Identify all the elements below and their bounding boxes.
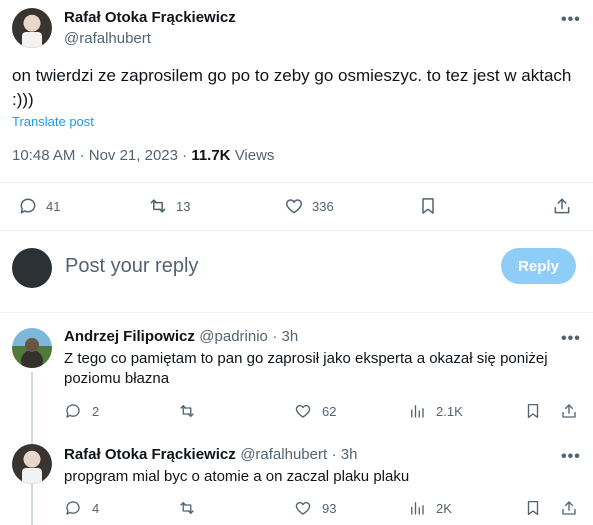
bar-chart-icon xyxy=(411,405,424,418)
more-options-icon[interactable]: ••• xyxy=(561,330,581,348)
reply-author-handle[interactable]: @padrinio xyxy=(199,328,268,345)
tweet-time[interactable]: 10:48 AM xyxy=(12,147,75,164)
views-label: Views xyxy=(234,147,275,164)
tweet-meta: 10:48 AM · Nov 21, 2023 · 11.7K Views xyxy=(12,147,274,164)
reply-header: Andrzej Filipowicz @padrinio · 3h xyxy=(64,328,298,346)
reply-time[interactable]: · 3h xyxy=(272,328,298,345)
current-user-avatar[interactable] xyxy=(12,248,52,288)
reply-button[interactable]: Reply xyxy=(501,248,576,284)
like-action[interactable]: 93 xyxy=(294,499,336,517)
reply-text: propgram mial byc o atomie a on zaczal p… xyxy=(64,468,410,485)
divider xyxy=(0,230,593,231)
reply-author-name[interactable]: Andrzej Filipowicz xyxy=(64,328,195,345)
bookmark-icon xyxy=(527,500,539,516)
repost-count: 13 xyxy=(176,198,191,214)
repost-action[interactable]: 13 xyxy=(148,196,190,216)
repost-arrows-icon xyxy=(180,502,194,514)
tweet-date[interactable]: Nov 21, 2023 xyxy=(89,147,178,164)
reply-header: Rafał Otoka Frąckiewicz @rafalhubert · 3… xyxy=(64,446,357,464)
reply-count: 41 xyxy=(46,198,61,214)
author-avatar[interactable] xyxy=(12,8,52,48)
share-upload-icon xyxy=(554,198,570,214)
reply-action[interactable]: 4 xyxy=(64,499,99,517)
share-action[interactable] xyxy=(560,499,578,517)
divider xyxy=(0,312,593,313)
views-action[interactable]: 2.1K xyxy=(408,402,463,420)
repost-arrows-icon xyxy=(150,199,166,213)
views-count: 2K xyxy=(436,500,452,516)
bookmark-icon xyxy=(527,403,539,419)
reply-author-handle[interactable]: @rafalhubert xyxy=(240,446,327,463)
reply-input[interactable]: Post your reply xyxy=(65,255,198,278)
speech-bubble-icon xyxy=(66,501,80,515)
reply-author-name[interactable]: Rafał Otoka Frąckiewicz xyxy=(64,446,236,463)
reply-avatar[interactable] xyxy=(12,444,52,484)
repost-action[interactable] xyxy=(178,499,196,517)
share-action[interactable] xyxy=(560,402,578,420)
like-action[interactable]: 62 xyxy=(294,402,336,420)
like-action[interactable]: 336 xyxy=(284,196,334,216)
repost-arrows-icon xyxy=(180,405,194,417)
reply-action[interactable]: 2 xyxy=(64,402,99,420)
share-action[interactable] xyxy=(552,196,572,216)
like-count: 62 xyxy=(322,403,337,419)
meta-separator: · xyxy=(182,147,188,164)
author-name[interactable]: Rafał Otoka Frąckiewicz xyxy=(64,9,236,26)
more-options-icon[interactable]: ••• xyxy=(561,11,581,29)
reply-avatar[interactable] xyxy=(12,328,52,368)
heart-icon xyxy=(295,404,311,418)
author-handle[interactable]: @rafalhubert xyxy=(64,30,151,47)
heart-icon xyxy=(285,199,303,214)
reply-action[interactable]: 41 xyxy=(18,196,60,216)
reply-time[interactable]: · 3h xyxy=(332,446,358,463)
bookmark-icon xyxy=(422,198,434,214)
reply-text: Z tego co pamiętam to pan go zaprosił ja… xyxy=(64,350,548,387)
views-count: 2.1K xyxy=(436,403,463,419)
like-count: 93 xyxy=(322,500,337,516)
speech-bubble-icon xyxy=(20,198,36,214)
views-action[interactable]: 2K xyxy=(408,499,452,517)
translate-link[interactable]: Translate post xyxy=(12,114,94,129)
divider xyxy=(0,182,593,183)
repost-action[interactable] xyxy=(178,402,196,420)
bar-chart-icon xyxy=(411,502,424,515)
tweet-text: on twierdzi ze zaprosilem go po to zeby … xyxy=(12,66,572,109)
meta-separator: · xyxy=(79,147,85,164)
speech-bubble-icon xyxy=(66,404,80,418)
bookmark-action[interactable] xyxy=(524,499,542,517)
bookmark-action[interactable] xyxy=(524,402,542,420)
more-options-icon[interactable]: ••• xyxy=(561,448,581,466)
bookmark-action[interactable] xyxy=(418,196,438,216)
heart-icon xyxy=(295,501,311,515)
reply-count: 2 xyxy=(92,403,100,419)
reply-count: 4 xyxy=(92,500,100,516)
share-upload-icon xyxy=(562,404,576,418)
share-upload-icon xyxy=(562,501,576,515)
views-count: 11.7K xyxy=(191,147,231,164)
like-count: 336 xyxy=(312,198,334,214)
